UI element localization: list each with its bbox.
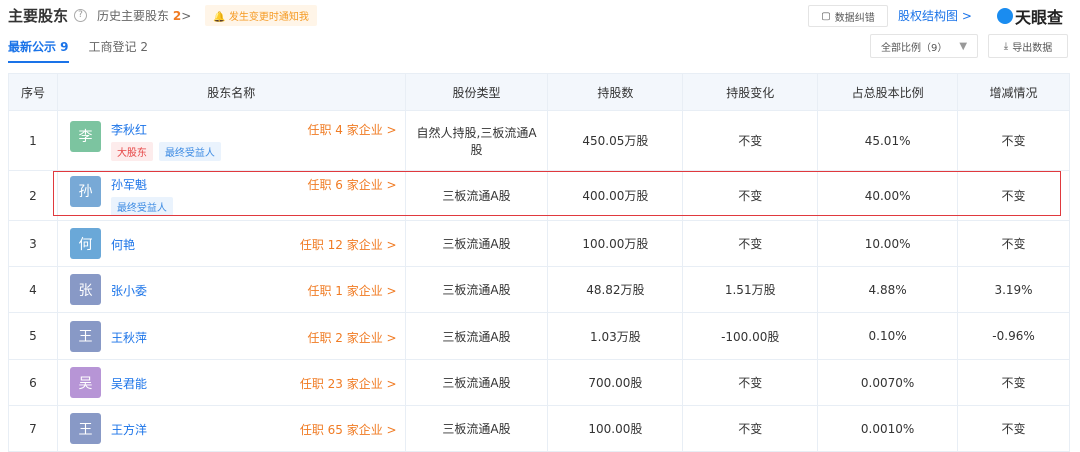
- shareholder-name-link[interactable]: 张小委: [111, 282, 147, 299]
- tag-badge: 大股东: [110, 141, 153, 161]
- avatar: 张: [69, 274, 101, 305]
- ratio-delta: 不变: [957, 170, 1070, 221]
- shares-held: 400.00万股: [547, 170, 684, 221]
- share-type: 三板流通A股: [404, 266, 549, 313]
- logo: 天眼查: [997, 4, 1063, 28]
- row-number: 3: [8, 220, 58, 267]
- shares-change: 不变: [682, 220, 819, 267]
- shares-change: 不变: [682, 110, 819, 171]
- ratio-delta: -0.96%: [957, 312, 1070, 360]
- ownership-ratio: 0.10%: [817, 312, 959, 360]
- table-row: 6 吴 吴君能 任职 23 家企业 > 三板流通A股 700.00股 不变 0.0…: [8, 359, 1070, 406]
- share-type: 三板流通A股: [404, 312, 549, 360]
- column-header: 序号: [8, 73, 58, 111]
- export-button[interactable]: ⤓ 导出数据: [988, 34, 1068, 58]
- row-number: 6: [8, 359, 58, 406]
- help-icon[interactable]: ?: [74, 8, 88, 22]
- table-row: 1 李 李秋红 任职 4 家企业 > 大股东 最终受益人 自然人持股,三板流通A股 …: [8, 110, 1070, 171]
- avatar: 吴: [69, 367, 101, 398]
- ownership-ratio: 40.00%: [817, 170, 959, 221]
- avatar: 王: [69, 413, 101, 444]
- history-shareholders-link[interactable]: 历史主要股东 2>: [97, 7, 191, 24]
- ownership-ratio: 0.0070%: [817, 359, 959, 406]
- column-header: 持股数: [547, 73, 684, 111]
- share-type: 三板流通A股: [404, 359, 549, 406]
- ratio-delta: 不变: [957, 405, 1070, 452]
- section-title: 主要股东: [8, 6, 69, 25]
- column-header: 持股变化: [682, 73, 819, 111]
- tab-latest[interactable]: 最新公示 9: [8, 38, 69, 63]
- shares-held: 48.82万股: [547, 266, 684, 313]
- share-type: 三板流通A股: [404, 405, 549, 452]
- row-number: 7: [8, 405, 58, 452]
- shares-held: 100.00股: [547, 405, 684, 452]
- table-row: 3 何 何艳 任职 12 家企业 > 三板流通A股 100.00万股 不变 10.…: [8, 220, 1070, 267]
- ownership-ratio: 45.01%: [817, 110, 959, 171]
- ownership-ratio: 4.88%: [817, 266, 959, 313]
- row-number: 5: [8, 312, 58, 360]
- shareholder-name-link[interactable]: 孙军魁: [111, 176, 147, 193]
- share-type: 自然人持股,三板流通A股: [404, 110, 549, 171]
- table-row: 2 孙 孙军魁 任职 6 家企业 > 最终受益人 三板流通A股 400.00万股 …: [8, 170, 1070, 221]
- avatar: 孙: [69, 175, 101, 207]
- shareholder-name-link[interactable]: 吴君能: [111, 375, 147, 392]
- share-type: 三板流通A股: [404, 220, 549, 267]
- table-row: 7 王 王方洋 任职 65 家企业 > 三板流通A股 100.00股 不变 0.0…: [8, 405, 1070, 452]
- shareholders-table: 序号 股东名称 股份类型 持股数 持股变化 占总股本比例 增减情况 1 李 李秋红 任职 4 …: [8, 73, 1070, 452]
- column-header: 增减情况: [957, 73, 1070, 111]
- positions-link[interactable]: 任职 6 家企业 >: [307, 176, 396, 193]
- avatar: 王: [69, 320, 101, 352]
- error-report-button[interactable]: ▢ 数据纠错: [808, 5, 888, 27]
- row-number: 4: [8, 266, 58, 313]
- chevron-down-icon: ▼: [959, 40, 968, 52]
- shares-change: 1.51万股: [682, 266, 819, 313]
- ownership-ratio: 10.00%: [817, 220, 959, 267]
- share-type: 三板流通A股: [404, 170, 549, 221]
- shares-change: 不变: [682, 405, 819, 452]
- header: 主要股东 ? 历史主要股东 2> 🔔 发生变更时通知我: [8, 4, 317, 26]
- shares-held: 1.03万股: [547, 312, 684, 360]
- logo-icon: [997, 8, 1013, 24]
- table-row: 5 王 王秋萍 任职 2 家企业 > 三板流通A股 1.03万股 -100.00股…: [8, 312, 1070, 360]
- shareholder-name-link[interactable]: 王秋萍: [111, 329, 147, 346]
- positions-link[interactable]: 任职 2 家企业 >: [307, 329, 396, 346]
- shares-change: -100.00股: [682, 312, 819, 360]
- shareholder-name-link[interactable]: 李秋红: [111, 121, 147, 138]
- ratio-delta: 不变: [957, 110, 1070, 171]
- avatar: 何: [69, 228, 101, 259]
- download-icon: ⤓: [1003, 40, 1009, 52]
- avatar: 李: [69, 120, 101, 152]
- shares-held: 700.00股: [547, 359, 684, 406]
- positions-link[interactable]: 任职 1 家企业 >: [307, 282, 396, 299]
- ratio-delta: 3.19%: [957, 266, 1070, 313]
- shares-change: 不变: [682, 359, 819, 406]
- positions-link[interactable]: 任职 12 家企业 >: [300, 236, 397, 253]
- ratio-filter-select[interactable]: 全部比例（9） ▼: [870, 34, 978, 58]
- row-number: 1: [8, 110, 58, 171]
- column-header: 占总股本比例: [817, 73, 959, 111]
- shares-held: 100.00万股: [547, 220, 684, 267]
- tag-badge: 最终受益人: [158, 141, 221, 161]
- tag-badge: 最终受益人: [110, 196, 173, 216]
- document-icon: ▢: [821, 10, 831, 22]
- row-number: 2: [8, 170, 58, 221]
- shares-change: 不变: [682, 170, 819, 221]
- positions-link[interactable]: 任职 65 家企业 >: [300, 421, 397, 438]
- tabs: 最新公示 9 工商登记 2: [8, 38, 148, 63]
- shareholder-name-link[interactable]: 王方洋: [111, 421, 147, 438]
- positions-link[interactable]: 任职 23 家企业 >: [300, 375, 397, 392]
- column-header: 股份类型: [404, 73, 549, 111]
- shareholder-name-link[interactable]: 何艳: [111, 236, 135, 253]
- positions-link[interactable]: 任职 4 家企业 >: [307, 121, 396, 138]
- equity-structure-link[interactable]: 股权结构图 >: [898, 7, 972, 24]
- ratio-delta: 不变: [957, 359, 1070, 406]
- tab-registration[interactable]: 工商登记 2: [89, 38, 148, 63]
- ownership-ratio: 0.0010%: [817, 405, 959, 452]
- ratio-delta: 不变: [957, 220, 1070, 267]
- table-row: 4 张 张小委 任职 1 家企业 > 三板流通A股 48.82万股 1.51万股 …: [8, 266, 1070, 313]
- notify-button[interactable]: 🔔 发生变更时通知我: [205, 4, 317, 26]
- shares-held: 450.05万股: [547, 110, 684, 171]
- column-header: 股东名称: [56, 73, 406, 111]
